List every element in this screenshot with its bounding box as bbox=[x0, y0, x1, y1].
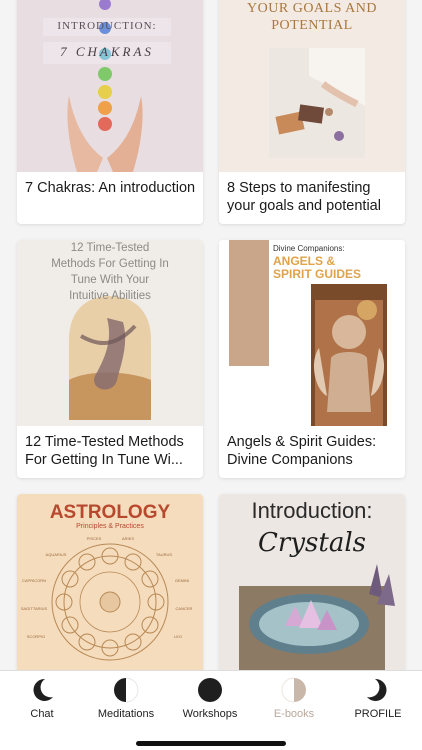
ebook-cover-intuitive: 12 Time-Tested Methods For Getting In Tu… bbox=[17, 240, 203, 426]
zodiac-label-leo: LEO bbox=[173, 634, 182, 639]
ebook-card-intuitive[interactable]: 12 Time-Tested Methods For Getting In Tu… bbox=[17, 240, 203, 478]
cover-line-1: Introduction: bbox=[251, 498, 373, 523]
ebook-card-chakras[interactable]: INTRODUCTION: 7 CHAKRAS 7 Chakras: An in… bbox=[17, 0, 203, 224]
bottom-tab-bar: Chat Meditations Workshops E-books PROFI… bbox=[0, 670, 422, 750]
ebook-cover-manifesting: YOUR GOALS AND POTENTIAL bbox=[219, 0, 405, 172]
tab-label: Chat bbox=[30, 708, 54, 720]
cover-line-3: Tune With Your bbox=[70, 274, 150, 286]
ebook-cover-chakras: INTRODUCTION: 7 CHAKRAS bbox=[17, 0, 203, 172]
zodiac-label-sagittarius: SAGITTARIUS bbox=[20, 606, 48, 611]
home-indicator bbox=[136, 741, 286, 746]
zodiac-label-aquarius: AQUARIUS bbox=[45, 552, 67, 557]
ebook-title: 12 Time-Tested Methods For Getting In Tu… bbox=[25, 434, 184, 468]
zodiac-label-pisces: PISCES bbox=[86, 536, 102, 541]
tab-chat[interactable]: Chat bbox=[0, 677, 84, 723]
tab-label: PROFILE bbox=[354, 708, 402, 720]
crescent-moon-icon bbox=[29, 677, 55, 703]
cover-line-2: ANGELS & bbox=[273, 254, 336, 268]
tab-label: Workshops bbox=[182, 708, 238, 720]
ebook-cover-astrology: ASTROLOGY Principles & Practices PISCES … bbox=[17, 494, 203, 670]
tab-label: E-books bbox=[273, 708, 315, 720]
tab-label: Meditations bbox=[97, 708, 155, 720]
ebook-title: 8 Steps to manifesting your goals and po… bbox=[227, 180, 381, 214]
cover-line-1: YOUR GOALS AND bbox=[247, 1, 377, 16]
zodiac-label-gemini: GEMINI bbox=[174, 578, 190, 583]
tab-meditations[interactable]: Meditations bbox=[84, 677, 168, 723]
tab-ebooks[interactable]: E-books bbox=[252, 677, 336, 723]
cover-line-2: 7 CHAKRAS bbox=[60, 44, 154, 59]
cover-line-1: Divine Companions: bbox=[273, 244, 345, 253]
zodiac-label-cancer: CANCER bbox=[175, 606, 193, 611]
cover-line-1: INTRODUCTION: bbox=[57, 20, 157, 32]
cover-line-1: ASTROLOGY bbox=[49, 502, 171, 523]
ebook-card-angels[interactable]: Divine Companions: ANGELS & SPIRIT GUIDE… bbox=[219, 240, 405, 478]
half-moon-icon bbox=[113, 677, 139, 703]
cover-line-1: 12 Time-Tested bbox=[70, 242, 150, 254]
tab-profile[interactable]: PROFILE bbox=[336, 677, 420, 723]
cover-line-2: POTENTIAL bbox=[271, 18, 353, 33]
zodiac-label-capricorn: CAPRICORN bbox=[21, 578, 46, 583]
ebook-cover-angels: Divine Companions: ANGELS & SPIRIT GUIDE… bbox=[219, 240, 405, 426]
ebook-card-manifesting[interactable]: YOUR GOALS AND POTENTIAL 8 Steps to mani… bbox=[219, 0, 405, 224]
zodiac-label-aries: ARIES bbox=[121, 536, 134, 541]
zodiac-label-scorpio: SCORPIO bbox=[26, 634, 46, 639]
cover-line-2: Principles & Practices bbox=[76, 523, 144, 530]
ebook-card-crystals[interactable]: Introduction: Crystals bbox=[219, 494, 405, 670]
cover-line-2: Crystals bbox=[258, 528, 366, 558]
cover-line-4: Intuitive Abilities bbox=[69, 290, 151, 302]
ebook-card-astrology[interactable]: ASTROLOGY Principles & Practices PISCES … bbox=[17, 494, 203, 670]
ebook-cover-crystals: Introduction: Crystals bbox=[219, 494, 405, 670]
tab-workshops[interactable]: Workshops bbox=[168, 677, 252, 723]
ebook-title: 7 Chakras: An introduction bbox=[25, 180, 196, 196]
ebook-grid: INTRODUCTION: 7 CHAKRAS 7 Chakras: An in… bbox=[0, 0, 422, 670]
cover-line-2: Methods For Getting In bbox=[51, 258, 169, 270]
full-moon-icon bbox=[197, 677, 223, 703]
ebook-title: Angels & Spirit Guides: Divine Companion… bbox=[227, 434, 377, 468]
crescent-moon-right-icon bbox=[365, 677, 391, 703]
zodiac-label-taurus: TAURUS bbox=[155, 552, 173, 557]
cover-line-3: SPIRIT GUIDES bbox=[273, 267, 362, 281]
half-moon-active-icon bbox=[281, 677, 307, 703]
